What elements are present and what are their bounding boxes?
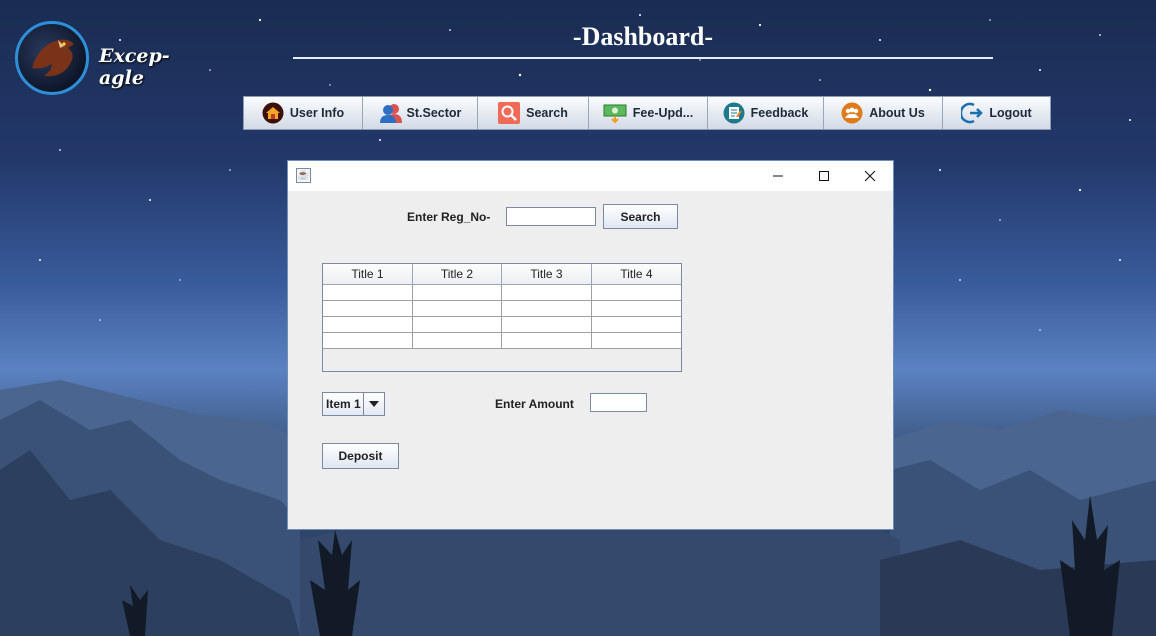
table-cell[interactable] (502, 333, 592, 348)
deposit-button[interactable]: Deposit (322, 443, 399, 469)
nav-search-button[interactable]: Search (478, 97, 589, 129)
nav-about-us-button[interactable]: About Us (824, 97, 943, 129)
close-button[interactable] (847, 161, 893, 191)
column-header[interactable]: Title 4 (592, 264, 681, 284)
java-icon: ☕ (296, 168, 311, 183)
dropdown-arrow-icon[interactable] (363, 393, 384, 415)
reg-no-label: Enter Reg_No- (407, 210, 491, 224)
table-cell[interactable] (413, 301, 502, 316)
users-icon (379, 102, 402, 124)
nav-user-info-button[interactable]: User Info (244, 97, 363, 129)
minimize-button[interactable] (755, 161, 801, 191)
column-header[interactable]: Title 3 (502, 264, 592, 284)
notepad-icon (723, 102, 745, 124)
table-cell[interactable] (502, 317, 592, 332)
dialog-titlebar[interactable]: ☕ (288, 161, 893, 191)
table-header: Title 1 Title 2 Title 3 Title 4 (323, 264, 681, 285)
nav-feedback-button[interactable]: Feedback (708, 97, 824, 129)
table-cell[interactable] (323, 333, 413, 348)
logout-icon (960, 102, 984, 124)
amount-label: Enter Amount (495, 397, 574, 411)
page-title: -Dashboard- (572, 22, 714, 51)
money-icon (603, 102, 627, 124)
nav-label: Logout (989, 106, 1032, 120)
search-icon (498, 102, 521, 124)
table-cell[interactable] (502, 285, 592, 300)
table-cell[interactable] (502, 301, 592, 316)
results-table: Title 1 Title 2 Title 3 Title 4 (322, 263, 682, 372)
table-row[interactable] (323, 333, 681, 349)
nav-label: User Info (289, 106, 345, 120)
table-row[interactable] (323, 317, 681, 333)
close-icon (864, 170, 876, 182)
nav-fee-update-button[interactable]: Fee-Upd... (589, 97, 708, 129)
group-icon (841, 102, 863, 124)
nav-label: Fee-Upd... (632, 106, 694, 120)
table-cell[interactable] (413, 317, 502, 332)
table-cell[interactable] (592, 301, 681, 316)
table-cell[interactable] (592, 285, 681, 300)
table-cell[interactable] (323, 317, 413, 332)
nav-st-sector-button[interactable]: St.Sector (363, 97, 478, 129)
table-cell[interactable] (413, 285, 502, 300)
table-cell[interactable] (323, 301, 413, 316)
nav-label: St.Sector (406, 106, 462, 120)
maximize-icon (819, 171, 829, 181)
combobox-value: Item 1 (326, 397, 361, 411)
nav-logout-button[interactable]: Logout (943, 97, 1050, 129)
main-navbar: User Info St.Sector Search Fee-Upd... Fe… (243, 96, 1051, 130)
nav-label: About Us (869, 106, 925, 120)
table-cell[interactable] (592, 333, 681, 348)
table-cell[interactable] (323, 285, 413, 300)
column-header[interactable]: Title 1 (323, 264, 413, 284)
nav-label: Search (526, 106, 568, 120)
minimize-icon (773, 175, 783, 177)
amount-input[interactable] (590, 393, 647, 412)
title-divider (293, 57, 993, 59)
table-row[interactable] (323, 285, 681, 301)
eagle-icon (15, 21, 89, 95)
column-header[interactable]: Title 2 (413, 264, 502, 284)
search-button[interactable]: Search (603, 204, 678, 229)
logo-text: Excep-agle (99, 45, 170, 89)
home-icon (262, 102, 284, 124)
maximize-button[interactable] (801, 161, 847, 191)
reg-no-input[interactable] (506, 207, 596, 226)
nav-label: Feedback (750, 106, 809, 120)
app-logo: Excep-agle (15, 21, 180, 95)
item-combobox[interactable]: Item 1 (322, 392, 385, 416)
table-cell[interactable] (592, 317, 681, 332)
table-cell[interactable] (413, 333, 502, 348)
table-row[interactable] (323, 301, 681, 317)
deposit-dialog: ☕ Enter Reg_No- Search Title 1 Title 2 T… (287, 160, 894, 530)
